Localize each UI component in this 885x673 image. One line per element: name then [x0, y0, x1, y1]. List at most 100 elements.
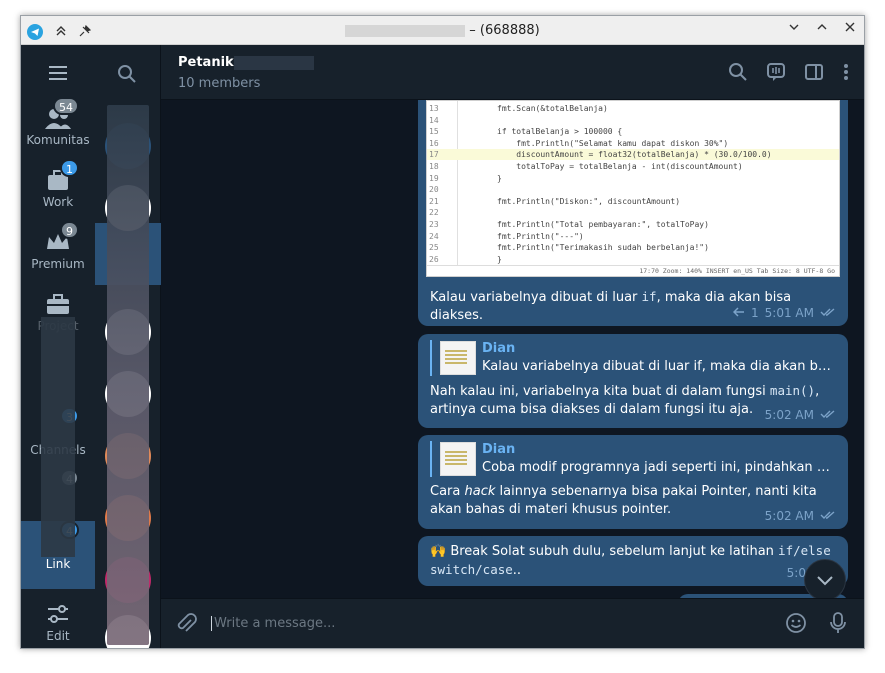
- people-icon: 54: [43, 97, 79, 131]
- reply-bar: [430, 340, 432, 376]
- code-line: 23 fmt.Println("Total pembayaran:", total…: [427, 219, 839, 230]
- chat-panel: Petanik 10 members 13 fmt.Scan(&totalBel…: [161, 45, 864, 648]
- chat-title: Petanik: [178, 55, 314, 70]
- reply-bar: [430, 441, 432, 477]
- code-line: 18 totalToPay = totalBelanja - int(disco…: [427, 161, 839, 172]
- attach-icon[interactable]: [175, 612, 197, 640]
- code-line: 26}: [427, 254, 839, 265]
- folder-komunitas[interactable]: 54 Komunitas: [21, 97, 95, 157]
- line-number: 17: [429, 150, 439, 160]
- line-number: 24: [429, 231, 439, 241]
- search-icon[interactable]: [117, 64, 137, 88]
- reply-text: Coba modif programnya jadi seperti ini, …: [482, 460, 832, 475]
- line-number: 23: [429, 220, 439, 229]
- hamburger-icon: [43, 63, 73, 89]
- message-time: 5:02 AM: [764, 509, 814, 523]
- message-time: 5:02 AM: [764, 408, 814, 422]
- folder-badge: 54: [53, 97, 79, 115]
- reply-preview[interactable]: Dian Coba modif programnya jadi seperti …: [430, 441, 836, 479]
- chat-header[interactable]: Petanik 10 members: [161, 45, 864, 100]
- folder-label: Edit: [46, 629, 70, 643]
- edit-folders-button[interactable]: Edit: [21, 593, 95, 648]
- redacted-area: [107, 105, 149, 645]
- double-check-icon: [820, 406, 836, 424]
- code-line: 14: [427, 115, 839, 126]
- double-check-icon: [820, 507, 836, 525]
- microphone-icon[interactable]: [829, 611, 847, 639]
- redacted-title: [233, 55, 314, 70]
- voice-chat-icon[interactable]: [766, 62, 786, 86]
- chat-members: 10 members: [178, 76, 261, 91]
- folder-badge: 1: [60, 159, 79, 177]
- reply-preview[interactable]: Dian Kalau variabelnya dibuat di luar if…: [430, 340, 836, 378]
- title-bar: – (668888): [21, 16, 864, 45]
- folder-label: Work: [42, 195, 74, 209]
- code-text: fmt.Println("Diskon:", discountAmount): [497, 196, 681, 206]
- code-line: 15 if totalBelanja > 100000 {: [427, 126, 839, 137]
- chevron-down-icon: [817, 576, 833, 586]
- redacted-area: [41, 317, 75, 557]
- search-icon[interactable]: [728, 62, 748, 86]
- line-number: 22: [429, 208, 439, 218]
- scroll-down-button[interactable]: [804, 559, 846, 601]
- folder-badge: 9: [60, 221, 79, 239]
- code-text: }: [497, 254, 502, 264]
- line-number: 16: [429, 138, 439, 148]
- sliders-icon: [43, 601, 73, 627]
- close-button[interactable]: [844, 21, 856, 37]
- reply-arrow-icon[interactable]: [732, 304, 745, 322]
- code-line: 21 fmt.Println("Diskon:", discountAmount): [427, 196, 839, 207]
- code-line: 19}: [427, 173, 839, 184]
- message-composer: Write a message...: [161, 598, 864, 648]
- folder-label: Link: [45, 557, 71, 571]
- line-number: 15: [429, 127, 439, 137]
- menu-button[interactable]: [21, 45, 95, 105]
- line-number: 19: [429, 173, 439, 183]
- message-meta: 1 5:01 AM: [732, 304, 836, 322]
- folder-label: Premium: [31, 257, 85, 271]
- crown-icon: 9: [43, 221, 79, 255]
- double-check-icon: [820, 304, 836, 322]
- code-line: 22: [427, 207, 839, 218]
- code-text: fmt.Println("---"): [497, 231, 584, 241]
- line-number: 14: [429, 115, 439, 125]
- folder-premium[interactable]: 9 Premium: [21, 221, 95, 281]
- folder-label: Komunitas: [26, 133, 90, 147]
- line-number: 13: [429, 104, 439, 113]
- code-screenshot[interactable]: 13 fmt.Scan(&totalBelanja) 14 15 if totalBel…: [418, 100, 848, 282]
- message-bubble[interactable]: Dian Coba modif programnya jadi seperti …: [418, 435, 848, 529]
- line-number: 21: [429, 196, 439, 206]
- message-meta: 5:02 AM: [765, 507, 836, 525]
- line-number: 18: [429, 162, 439, 171]
- redacted-title: [345, 24, 466, 37]
- message-bubble[interactable]: 🙌 Break Solat subuh dulu, sebelum lanjut…: [418, 536, 848, 586]
- reply-thumbnail: [440, 442, 476, 476]
- more-options-icon[interactable]: [842, 62, 850, 86]
- reply-count[interactable]: 1: [751, 304, 759, 322]
- telegram-window: – (668888) 54 Komunitas 1 Work 9 Premium…: [20, 15, 865, 649]
- message-meta: 5:02 AM: [765, 406, 836, 424]
- message-list: 13 fmt.Scan(&totalBelanja) 14 15 if totalBel…: [161, 100, 864, 598]
- message-text: 🙌 Break Solat subuh dulu, sebelum lanjut…: [430, 543, 831, 578]
- line-number: 25: [429, 243, 439, 253]
- code-text: fmt.Println("Selamat kamu dapat diskon 3…: [497, 138, 729, 148]
- message-input[interactable]: Write a message...: [211, 616, 711, 631]
- code-text: totalToPay = totalBelanja - int(discount…: [497, 162, 743, 171]
- folder-sidebar: 54 Komunitas 1 Work 9 Premium Project: [21, 45, 95, 648]
- code-line: 24 fmt.Println("---"): [427, 231, 839, 242]
- minimize-button[interactable]: [788, 21, 800, 37]
- code-line: 16 fmt.Println("Selamat kamu dapat disko…: [427, 138, 839, 149]
- line-number: 20: [429, 185, 439, 195]
- reply-author: Dian: [482, 442, 516, 457]
- code-text: fmt.Scan(&totalBelanja): [497, 104, 608, 113]
- folder-work[interactable]: 1 Work: [21, 159, 95, 219]
- briefcase-icon: [43, 291, 73, 317]
- maximize-button[interactable]: [816, 21, 828, 37]
- sidebar-toggle-icon[interactable]: [804, 62, 824, 86]
- message-bubble[interactable]: Dian Kalau variabelnya dibuat di luar if…: [418, 334, 848, 428]
- message-bubble[interactable]: Kalau variabelnya dibuat di luar if, mak…: [418, 282, 848, 326]
- code-editor-image: 13 fmt.Scan(&totalBelanja) 14 15 if totalBel…: [426, 100, 840, 277]
- code-line: 25 fmt.Println("Terimakasih sudah berbela…: [427, 242, 839, 253]
- editor-statusbar: 17:70 Zoom: 140% INSERT en_US Tab Size: …: [427, 265, 839, 276]
- emoji-icon[interactable]: [785, 612, 807, 638]
